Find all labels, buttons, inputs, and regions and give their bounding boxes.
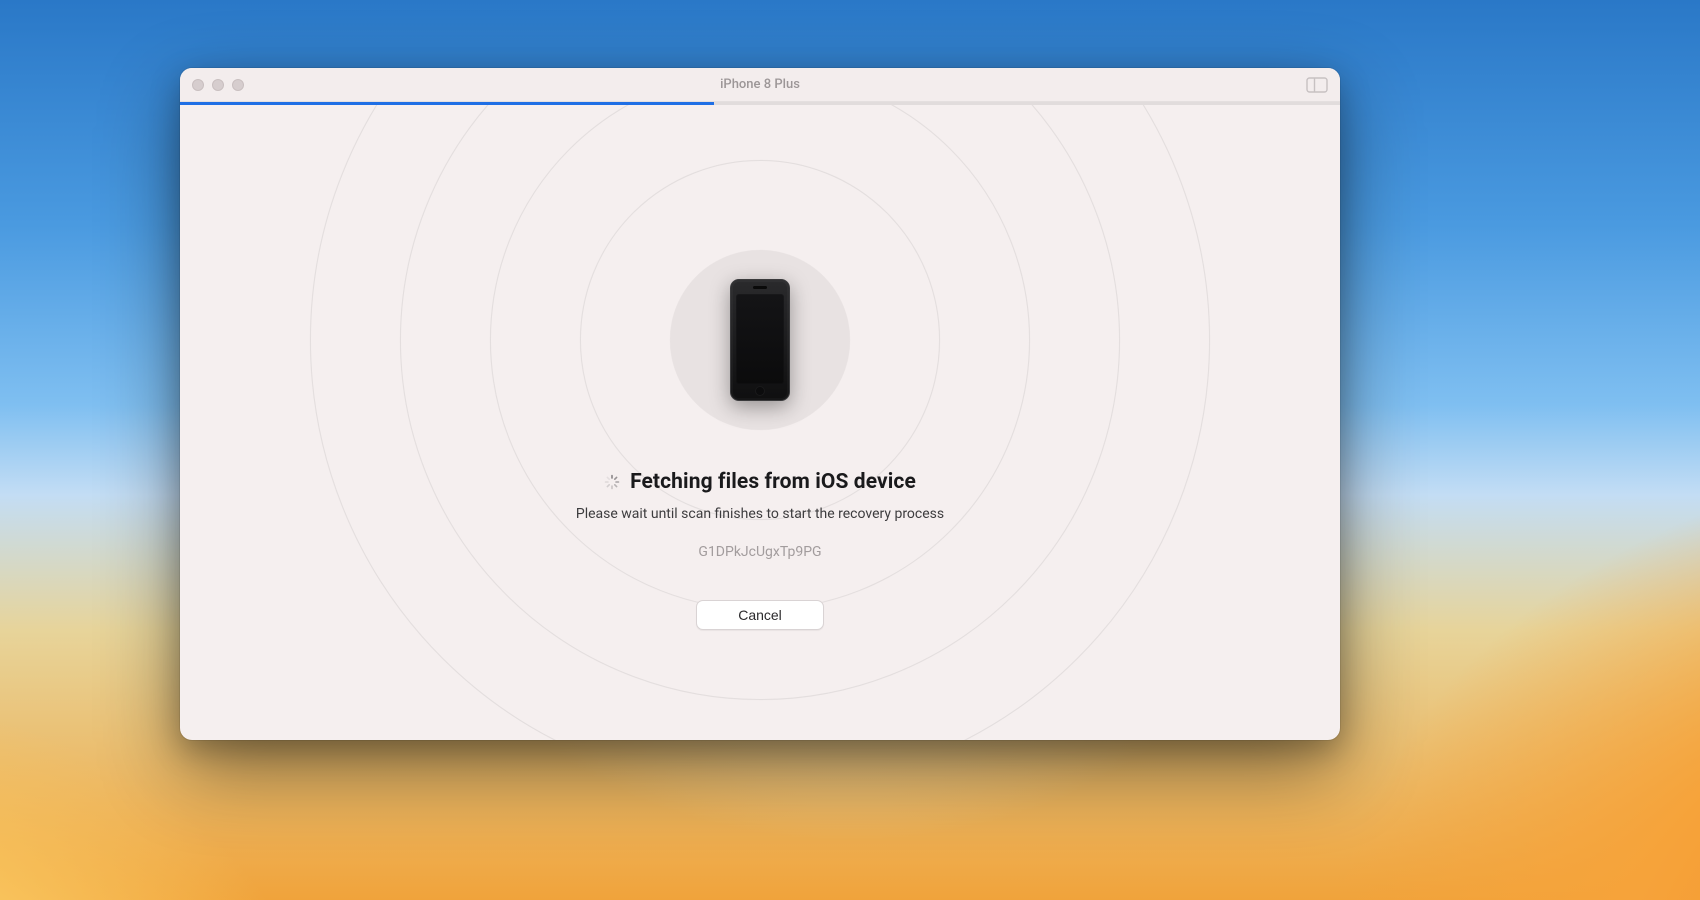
titlebar: iPhone 8 Plus bbox=[180, 68, 1340, 102]
traffic-lights bbox=[192, 79, 244, 91]
app-window: iPhone 8 Plus bbox=[180, 68, 1340, 740]
minimize-window-button[interactable] bbox=[212, 79, 224, 91]
zoom-window-button[interactable] bbox=[232, 79, 244, 91]
window-title: iPhone 8 Plus bbox=[180, 77, 1340, 92]
device-identifier: G1DPkJcUgxTp9PG bbox=[698, 544, 821, 560]
iphone-icon bbox=[730, 279, 790, 401]
status-block: Fetching files from iOS device Please wa… bbox=[180, 470, 1340, 630]
close-window-button[interactable] bbox=[192, 79, 204, 91]
cancel-button[interactable]: Cancel bbox=[696, 600, 824, 630]
status-heading: Fetching files from iOS device bbox=[630, 470, 916, 494]
content-area: Fetching files from iOS device Please wa… bbox=[180, 105, 1340, 740]
sidebar-toggle-icon[interactable] bbox=[1306, 77, 1328, 93]
status-subtitle: Please wait until scan finishes to start… bbox=[576, 506, 944, 522]
spinner-icon bbox=[604, 474, 620, 490]
